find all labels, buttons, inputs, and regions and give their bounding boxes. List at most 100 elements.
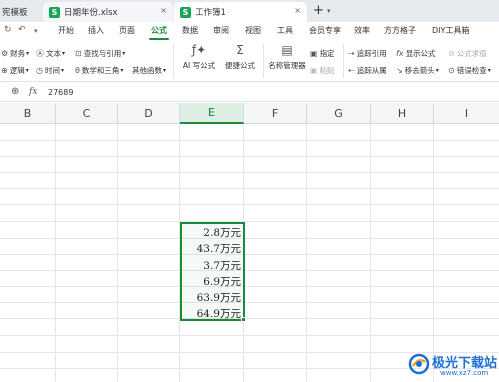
name-manager-button[interactable]: ▤ 名称管理器 <box>266 43 308 71</box>
tab-label: 日期年份.xlsx <box>64 8 118 18</box>
formula-input[interactable]: 27689 <box>48 88 73 97</box>
menu-page[interactable]: 页面 <box>119 25 135 36</box>
menu-review[interactable]: 审阅 <box>213 25 229 36</box>
formula-evaluate-label: 公式求值 <box>456 49 487 58</box>
column-header-h[interactable]: H <box>371 103 434 124</box>
formula-evaluate-button[interactable]: ⊘ 公式求值 <box>448 48 487 59</box>
menu-diy-toolbox[interactable]: DIY工具箱 <box>432 25 469 36</box>
tab-bar: 宪模板 S 日期年份.xlsx × S 工作簿1 × + ▾ <box>0 0 499 22</box>
grid-line <box>0 221 499 222</box>
grid-line <box>370 124 371 382</box>
ai-formula-button[interactable]: ƒ✦ AI 写公式 <box>178 43 220 71</box>
text-button[interactable]: Ⓐ 文本 ▾ <box>36 48 65 59</box>
watermark: 极光下载站 www.xz7.com <box>408 350 499 382</box>
other-functions-button[interactable]: 其他函数 ▾ <box>132 65 166 76</box>
math-trig-button[interactable]: θ 数学和三角 ▾ <box>75 65 123 76</box>
remove-arrows-button[interactable]: ↘ 移去箭头 ▾ <box>396 65 439 76</box>
column-header-c[interactable]: C <box>56 103 118 124</box>
specify-icon: ▣ <box>310 49 318 58</box>
formula-evaluate-icon: ⊘ <box>448 49 455 58</box>
zoom-icon[interactable]: ⊕ <box>11 86 19 97</box>
grid-line <box>0 335 499 336</box>
close-icon[interactable]: × <box>160 6 167 15</box>
specify-button[interactable]: ▣ 指定 <box>310 48 335 59</box>
menu-member[interactable]: 会员专享 <box>309 25 341 36</box>
trace-precedents-icon: ⇢ <box>348 49 355 58</box>
grid-line <box>0 140 499 141</box>
menu-fangfang[interactable]: 方方格子 <box>384 25 416 36</box>
spreadsheet-icon: S <box>180 6 191 18</box>
paste-button[interactable]: ▣ 粘贴 <box>310 65 335 76</box>
trace-dependents-icon: ⇠ <box>348 66 355 75</box>
time-label: 时间 <box>44 66 60 75</box>
paste-icon: ▣ <box>310 66 318 75</box>
grid-line <box>0 318 499 319</box>
name-manager-icon: ▤ <box>281 43 293 57</box>
column-header-e[interactable]: E <box>180 103 244 124</box>
menu-formula[interactable]: 公式 <box>151 25 167 36</box>
grid-line <box>55 124 56 382</box>
ribbon: ⚙ 财务 ▾ Ⓐ 文本 ▾ ⊡ 查找与引用 ▾ ⊕ 逻辑 ▾ ◷ 时间 ▾ θ … <box>0 40 499 82</box>
undo-icon[interactable]: ↶ <box>18 25 26 35</box>
fx-icon: fx <box>396 49 404 58</box>
time-button[interactable]: ◷ 时间 ▾ <box>36 65 64 76</box>
lookup-button[interactable]: ⊡ 查找与引用 ▾ <box>75 48 125 59</box>
tab-date-year-file[interactable]: S 日期年份.xlsx × <box>43 2 173 22</box>
quick-formula-button[interactable]: Σ 便捷公式 <box>219 43 261 71</box>
tab-workbook1[interactable]: S 工作簿1 × <box>174 2 307 22</box>
grid-line <box>306 124 307 382</box>
remove-arrows-icon: ↘ <box>396 66 403 75</box>
trace-dependents-label: 追踪从属 <box>356 66 387 75</box>
new-tab-icon[interactable]: + <box>313 3 324 18</box>
menu-view[interactable]: 视图 <box>245 25 261 36</box>
tab-label: 宪模板 <box>2 8 28 18</box>
selection-range <box>180 222 245 321</box>
column-header-d[interactable]: D <box>118 103 180 124</box>
logic-label: 逻辑 <box>9 66 25 75</box>
logic-button[interactable]: ⊕ 逻辑 ▾ <box>1 65 29 76</box>
grid-line <box>433 124 434 382</box>
clock-icon: ◷ <box>36 66 43 75</box>
grid-line <box>0 172 499 173</box>
menu-insert[interactable]: 插入 <box>88 25 104 36</box>
redo-icon[interactable]: ↻ <box>4 25 12 35</box>
menu-tools[interactable]: 工具 <box>277 25 293 36</box>
remove-arrows-label: 移去箭头 <box>404 66 435 75</box>
menu-bar: ↻ ↶ ▾ 开始 插入 页面 公式 数据 审阅 视图 工具 会员专享 效率 方方… <box>0 22 499 40</box>
menu-data[interactable]: 数据 <box>182 25 198 36</box>
text-icon: Ⓐ <box>36 49 44 58</box>
lookup-label: 查找与引用 <box>83 49 122 58</box>
trace-dependents-button[interactable]: ⇠ 追踪从属 <box>348 65 387 76</box>
spreadsheet-grid[interactable] <box>0 124 499 382</box>
menu-efficiency[interactable]: 效率 <box>354 25 370 36</box>
grid-line <box>0 254 499 255</box>
fill-handle[interactable] <box>241 317 246 322</box>
column-header-i[interactable]: I <box>434 103 499 124</box>
error-check-icon: ⊙ <box>448 66 455 75</box>
finance-button[interactable]: ⚙ 财务 ▾ <box>1 48 29 59</box>
error-check-button[interactable]: ⊙ 错误检查 ▾ <box>448 65 491 76</box>
finance-label: 财务 <box>10 49 26 58</box>
column-header-bar: B C D E F G H I <box>0 103 499 124</box>
grid-line <box>117 124 118 382</box>
close-icon[interactable]: × <box>294 6 301 15</box>
tab-label: 工作簿1 <box>195 8 226 18</box>
chevron-down-icon[interactable]: ▾ <box>34 27 38 35</box>
column-header-f[interactable]: F <box>244 103 307 124</box>
tab-template[interactable]: 宪模板 <box>0 2 40 22</box>
ribbon-divider <box>173 44 174 78</box>
show-formulas-button[interactable]: fx 显示公式 <box>396 48 436 59</box>
grid-line <box>0 156 499 157</box>
trace-precedents-button[interactable]: ⇢ 追踪引用 <box>348 48 387 59</box>
logic-icon: ⊕ <box>1 66 8 75</box>
grid-line <box>0 286 499 287</box>
chevron-down-icon[interactable]: ▾ <box>327 7 331 15</box>
grid-line <box>0 238 499 239</box>
menu-home[interactable]: 开始 <box>58 25 74 36</box>
column-header-b[interactable]: B <box>0 103 56 124</box>
error-check-label: 错误检查 <box>456 66 487 75</box>
column-header-g[interactable]: G <box>307 103 371 124</box>
trace-precedents-label: 追踪引用 <box>356 49 387 58</box>
math-icon: θ <box>75 66 80 75</box>
fx-icon[interactable]: fx <box>29 87 37 97</box>
